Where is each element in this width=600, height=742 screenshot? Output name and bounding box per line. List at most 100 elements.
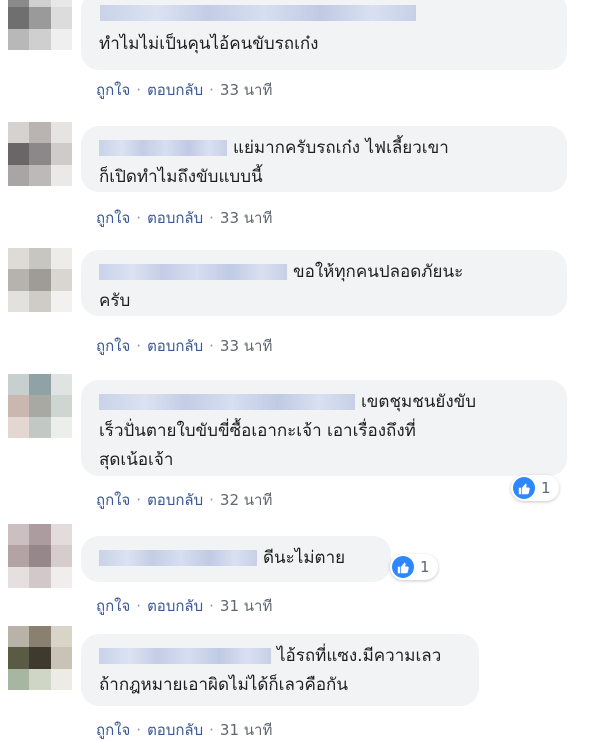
avatar[interactable]: [8, 248, 72, 312]
avatar[interactable]: [8, 524, 72, 588]
like-link[interactable]: ถูกใจ: [96, 491, 130, 509]
avatar-pixel: [29, 395, 51, 417]
avatar-pixel: [50, 269, 72, 291]
reply-link[interactable]: ตอบกลับ: [147, 337, 203, 355]
commenter-name[interactable]: [99, 550, 257, 566]
avatar-pixel: [8, 143, 30, 165]
avatar-pixel: [8, 248, 30, 270]
reply-link[interactable]: ตอบกลับ: [147, 209, 203, 227]
avatar-pixel: [8, 269, 30, 291]
avatar[interactable]: [8, 0, 72, 50]
avatar-pixel: [50, 395, 72, 417]
like-link[interactable]: ถูกใจ: [96, 721, 130, 739]
avatar-pixel: [50, 164, 72, 186]
avatar[interactable]: [8, 374, 72, 438]
comment-time[interactable]: 31 นาที: [220, 597, 272, 615]
avatar-pixel: [50, 374, 72, 396]
comment-actions: ถูกใจ · ตอบกลับ · 33 นาที: [96, 81, 273, 99]
reply-link[interactable]: ตอบกลับ: [147, 491, 203, 509]
reply-link[interactable]: ตอบกลับ: [147, 721, 203, 739]
avatar-pixel: [29, 122, 51, 144]
comment-actions: ถูกใจ · ตอบกลับ · 31 นาที: [96, 597, 273, 615]
avatar-pixel: [50, 0, 72, 8]
comment-actions: ถูกใจ · ตอบกลับ · 33 นาที: [96, 209, 273, 227]
avatar-pixel: [8, 374, 30, 396]
avatar-pixel: [50, 545, 72, 567]
like-link[interactable]: ถูกใจ: [96, 209, 130, 227]
commenter-name[interactable]: [99, 394, 355, 410]
avatar-pixel: [29, 626, 51, 648]
comment-actions: ถูกใจ · ตอบกลับ · 33 นาที: [96, 337, 273, 355]
comment-time[interactable]: 33 นาที: [220, 81, 272, 99]
comment-text-line: สุดเน้อเจ้า: [99, 450, 174, 470]
avatar-pixel: [8, 626, 30, 648]
avatar[interactable]: [8, 626, 72, 690]
avatar-pixel: [8, 524, 30, 546]
comment-text-line: ก็เปิดทำไมถึงขับแบบนี้: [99, 167, 263, 187]
comment-actions: ถูกใจ · ตอบกลับ · 31 นาที: [96, 721, 273, 739]
avatar-pixel: [29, 545, 51, 567]
avatar-pixel: [29, 290, 51, 312]
avatar-pixel: [50, 248, 72, 270]
avatar-pixel: [29, 524, 51, 546]
comment-text-line: แย่มากครับรถเก๋ง ไฟเลี้ยวเขา: [99, 134, 553, 163]
avatar-pixel: [29, 0, 51, 8]
like-link[interactable]: ถูกใจ: [96, 597, 130, 615]
comment-bubble: ขอให้ทุกคนปลอดภัยนะ ครับ: [81, 250, 567, 316]
comment-text-line: ขอให้ทุกคนปลอดภัยนะ: [99, 258, 553, 287]
comment-text-line: ถ้ากฎหมายเอาผิดไม่ได้ก็เลวคือกัน: [99, 675, 348, 695]
avatar-pixel: [50, 290, 72, 312]
avatar-pixel: [8, 416, 30, 438]
avatar-pixel: [50, 647, 72, 669]
comment-text: ทำไมไม่เป็นคุนไอ้คนขับรถเก๋ง: [99, 34, 319, 54]
avatar-pixel: [8, 668, 30, 690]
avatar-pixel: [29, 164, 51, 186]
comment-actions: ถูกใจ · ตอบกลับ · 32 นาที: [96, 491, 273, 509]
avatar-pixel: [29, 647, 51, 669]
comment-text-line: ครับ: [99, 291, 131, 311]
comment-time[interactable]: 33 นาที: [220, 337, 272, 355]
avatar-pixel: [29, 566, 51, 588]
avatar-pixel: [29, 143, 51, 165]
avatar-pixel: [29, 374, 51, 396]
comment-time[interactable]: 33 นาที: [220, 209, 272, 227]
avatar-pixel: [8, 566, 30, 588]
avatar-pixel: [8, 164, 30, 186]
avatar-pixel: [29, 269, 51, 291]
commenter-name[interactable]: [99, 264, 287, 280]
commenter-name[interactable]: [99, 140, 227, 156]
avatar-pixel: [8, 545, 30, 567]
like-icon: [513, 477, 535, 499]
commenter-name[interactable]: [100, 5, 416, 21]
comment-time[interactable]: 32 นาที: [220, 491, 272, 509]
comment-bubble: แย่มากครับรถเก๋ง ไฟเลี้ยวเขา ก็เปิดทำไมถ…: [81, 126, 567, 192]
like-icon: [392, 556, 414, 578]
reaction-count[interactable]: 1: [390, 554, 438, 580]
reply-link[interactable]: ตอบกลับ: [147, 81, 203, 99]
avatar-pixel: [8, 28, 30, 50]
avatar-pixel: [50, 566, 72, 588]
avatar-pixel: [50, 626, 72, 648]
comment-bubble: ไอ้รถที่แซง.มีความเลว ถ้ากฎหมายเอาผิดไม่…: [81, 634, 479, 706]
avatar-pixel: [50, 668, 72, 690]
avatar-pixel: [50, 524, 72, 546]
like-link[interactable]: ถูกใจ: [96, 81, 130, 99]
avatar-pixel: [29, 668, 51, 690]
like-link[interactable]: ถูกใจ: [96, 337, 130, 355]
reaction-count[interactable]: 1: [511, 475, 559, 501]
avatar-pixel: [50, 416, 72, 438]
comment-bubble: ดีนะไม่ตาย: [81, 536, 391, 582]
avatar-pixel: [50, 28, 72, 50]
avatar-pixel: [50, 7, 72, 29]
avatar-pixel: [8, 395, 30, 417]
comment-time[interactable]: 31 นาที: [220, 721, 272, 739]
comment-bubble: เขตชุมชนยังขับ เร็วปั่นตายใบขับขี่ซื้อเอ…: [81, 380, 567, 476]
reply-link[interactable]: ตอบกลับ: [147, 597, 203, 615]
avatar-pixel: [8, 122, 30, 144]
avatar-pixel: [8, 290, 30, 312]
comment-text-line: ดีนะไม่ตาย: [99, 544, 377, 573]
avatar-pixel: [8, 647, 30, 669]
avatar[interactable]: [8, 122, 72, 186]
commenter-name[interactable]: [99, 648, 271, 664]
avatar-pixel: [50, 143, 72, 165]
